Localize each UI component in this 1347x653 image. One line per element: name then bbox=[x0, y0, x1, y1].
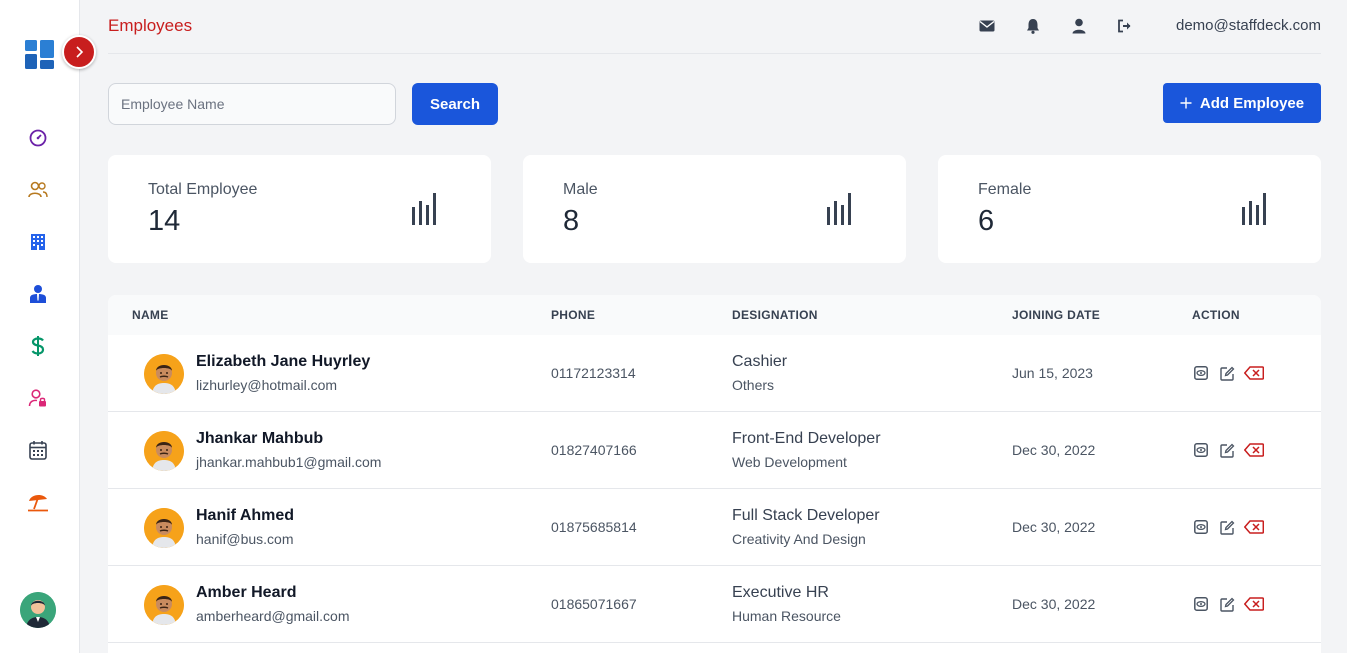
employee-joining-date: Dec 30, 2022 bbox=[1012, 519, 1096, 535]
employee-designation: Executive HR bbox=[732, 584, 829, 601]
table-row: Hanif Ahmed hanif@bus.com 01875685814 Fu… bbox=[108, 489, 1321, 566]
sidebar-item-departments[interactable] bbox=[26, 230, 50, 254]
edit-icon[interactable] bbox=[1218, 442, 1236, 458]
employee-name: Amber Heard bbox=[196, 584, 297, 601]
stat-label: Female bbox=[978, 181, 1032, 198]
page-title: Employees bbox=[108, 16, 193, 35]
view-icon[interactable] bbox=[1192, 519, 1210, 535]
bar-chart-icon bbox=[1242, 193, 1266, 225]
employee-search-input[interactable] bbox=[108, 83, 396, 125]
users-icon bbox=[28, 181, 48, 198]
column-header-designation: DESIGNATION bbox=[732, 308, 818, 322]
view-icon[interactable] bbox=[1192, 442, 1210, 458]
calendar-icon bbox=[29, 441, 47, 460]
delete-icon[interactable] bbox=[1244, 519, 1264, 535]
dashboard-icon bbox=[29, 129, 47, 147]
employee-email: lizhurley@hotmail.com bbox=[196, 377, 338, 393]
beach-umbrella-icon bbox=[28, 495, 48, 512]
add-employee-button[interactable]: Add Employee bbox=[1163, 83, 1321, 123]
bar-chart-icon bbox=[827, 193, 851, 225]
employee-joining-date: Dec 30, 2022 bbox=[1012, 442, 1096, 458]
stat-label: Total Employee bbox=[148, 181, 258, 198]
employee-email: jhankar.mahbub1@gmail.com bbox=[196, 454, 382, 470]
sidebar-item-calendar[interactable] bbox=[26, 438, 50, 462]
employee-name: Jhankar Mahbub bbox=[196, 430, 324, 447]
bell-icon[interactable] bbox=[1024, 17, 1042, 35]
table-header: NAME PHONE DESIGNATION JOINING DATE ACTI… bbox=[108, 295, 1321, 335]
edit-icon[interactable] bbox=[1218, 519, 1236, 535]
stat-label: Male bbox=[563, 181, 598, 198]
delete-icon[interactable] bbox=[1244, 596, 1264, 612]
bar-chart-icon bbox=[412, 193, 436, 225]
employee-department: Human Resource bbox=[732, 608, 841, 624]
employee-phone: 01827407166 bbox=[551, 442, 637, 458]
stat-card-female: Female 6 bbox=[938, 155, 1321, 263]
delete-icon[interactable] bbox=[1244, 442, 1264, 458]
edit-icon[interactable] bbox=[1218, 596, 1236, 612]
user-icon[interactable] bbox=[1070, 17, 1088, 35]
employee-designation: Full Stack Developer bbox=[732, 507, 880, 524]
employee-name: Hanif Ahmed bbox=[196, 507, 295, 524]
stat-value: 6 bbox=[978, 205, 995, 237]
employee-table: NAME PHONE DESIGNATION JOINING DATE ACTI… bbox=[108, 295, 1321, 653]
stat-value: 14 bbox=[148, 205, 181, 237]
edit-icon[interactable] bbox=[1218, 365, 1236, 381]
employee-phone: 01172123314 bbox=[551, 365, 636, 381]
employee-department: Creativity And Design bbox=[732, 531, 866, 547]
view-icon[interactable] bbox=[1192, 596, 1210, 612]
table-row: Amber Heard amberheard@gmail.com 0186507… bbox=[108, 566, 1321, 643]
plus-icon bbox=[1180, 97, 1192, 109]
table-row: Jhankar Mahbub jhankar.mahbub1@gmail.com… bbox=[108, 412, 1321, 489]
column-header-name: NAME bbox=[132, 308, 169, 322]
column-header-phone: PHONE bbox=[551, 308, 596, 322]
employee-designation: Front-End Developer bbox=[732, 430, 881, 447]
mail-icon[interactable] bbox=[978, 17, 996, 35]
sidebar bbox=[0, 0, 96, 653]
sidebar-expand-button[interactable] bbox=[62, 35, 96, 69]
sidebar-item-leave[interactable] bbox=[26, 490, 50, 514]
sidebar-item-dashboard[interactable] bbox=[26, 126, 50, 150]
column-header-action: ACTION bbox=[1192, 308, 1240, 322]
app-logo-icon[interactable] bbox=[25, 40, 54, 69]
employee-avatar bbox=[144, 431, 184, 471]
employee-email: amberheard@gmail.com bbox=[196, 608, 350, 624]
employee-department: Web Development bbox=[732, 454, 847, 470]
employee-avatar bbox=[144, 354, 184, 394]
sidebar-item-users[interactable] bbox=[26, 178, 50, 202]
app: Employees demo@staffdeck.com Search Add … bbox=[0, 0, 1347, 653]
building-icon bbox=[31, 234, 45, 250]
stat-value: 8 bbox=[563, 205, 580, 237]
employee-email: hanif@bus.com bbox=[196, 531, 294, 547]
employee-joining-date: Jun 15, 2023 bbox=[1012, 365, 1093, 381]
chevron-right-icon bbox=[76, 46, 84, 58]
sidebar-item-user-access[interactable] bbox=[26, 386, 50, 410]
stat-card-total: Total Employee 14 bbox=[108, 155, 491, 263]
sidebar-item-employees[interactable] bbox=[26, 282, 50, 306]
current-user-avatar[interactable] bbox=[20, 592, 56, 628]
employee-phone: 01865071667 bbox=[551, 596, 637, 612]
delete-icon[interactable] bbox=[1244, 365, 1264, 381]
view-icon[interactable] bbox=[1192, 365, 1210, 381]
employee-department: Others bbox=[732, 377, 775, 393]
stat-card-male: Male 8 bbox=[523, 155, 906, 263]
user-email[interactable]: demo@staffdeck.com bbox=[1176, 17, 1321, 34]
user-lock-icon bbox=[28, 389, 46, 407]
table-row: Elizabeth Jane Huyrley lizhurley@hotmail… bbox=[108, 335, 1321, 412]
sidebar-item-payroll[interactable] bbox=[26, 334, 50, 358]
employee-avatar bbox=[144, 585, 184, 625]
employee-badge-icon bbox=[30, 285, 46, 303]
column-header-joining-date: JOINING DATE bbox=[1012, 308, 1101, 322]
add-employee-label: Add Employee bbox=[1199, 94, 1305, 112]
dollar-icon bbox=[31, 336, 45, 356]
search-button[interactable]: Search bbox=[412, 83, 498, 125]
employee-avatar bbox=[144, 508, 184, 548]
employee-phone: 01875685814 bbox=[551, 519, 637, 535]
employee-name: Elizabeth Jane Huyrley bbox=[196, 353, 371, 370]
employee-joining-date: Dec 30, 2022 bbox=[1012, 596, 1096, 612]
top-header: Employees demo@staffdeck.com bbox=[108, 0, 1321, 54]
logout-icon[interactable] bbox=[1116, 17, 1134, 35]
employee-designation: Cashier bbox=[732, 353, 788, 370]
